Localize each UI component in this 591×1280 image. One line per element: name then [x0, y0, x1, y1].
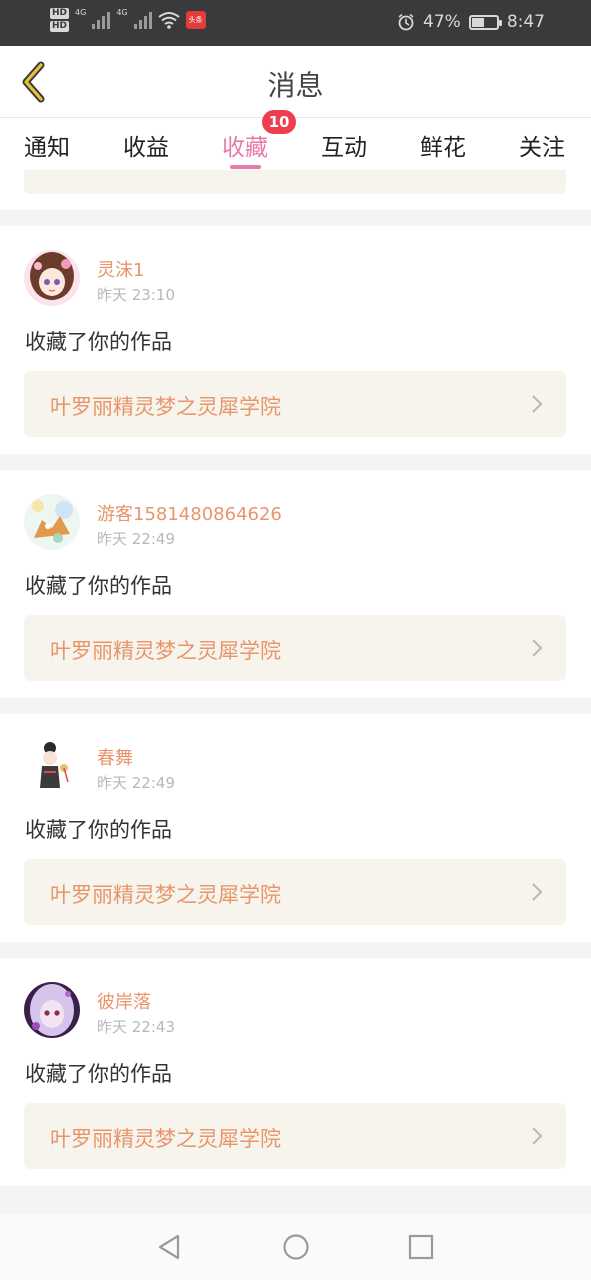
tab-notice[interactable]: 通知 [24, 128, 70, 162]
circle-home-icon [283, 1234, 309, 1260]
message-card: 灵沫1 昨天 23:10 收藏了你的作品 叶罗丽精灵梦之灵犀学院 [0, 226, 591, 454]
avatar-image [24, 982, 80, 1038]
action-text: 收藏了你的作品 [25, 574, 172, 598]
hd-indicator: HD HD [50, 8, 70, 32]
message-card: 彼岸落 昨天 22:43 收藏了你的作品 叶罗丽精灵梦之灵犀学院 [0, 958, 591, 1186]
wifi-icon [157, 12, 180, 29]
username[interactable]: 灵沫1 [97, 256, 144, 282]
header: 消息 [0, 46, 591, 118]
avatar-image [24, 494, 80, 550]
system-nav-bar [0, 1214, 591, 1280]
work-link[interactable]: 叶罗丽精灵梦之灵犀学院 [24, 859, 566, 925]
page-title: 消息 [267, 69, 324, 102]
action-text: 收藏了你的作品 [25, 1062, 172, 1086]
nav-back-button[interactable] [154, 1232, 184, 1262]
chevron-right-icon [532, 395, 543, 413]
network-type-1: 4G [75, 8, 87, 17]
tab-earnings[interactable]: 收益 [123, 128, 169, 162]
nav-home-button[interactable] [281, 1232, 311, 1262]
work-title: 叶罗丽精灵梦之灵犀学院 [50, 883, 281, 907]
message-card: 游客1581480864626 昨天 22:49 收藏了你的作品 叶罗丽精灵梦之… [0, 470, 591, 698]
avatar[interactable] [24, 494, 80, 550]
partial-work-link[interactable] [24, 170, 566, 194]
news-app-icon: 头条 [185, 11, 206, 29]
action-text: 收藏了你的作品 [25, 818, 172, 842]
work-title: 叶罗丽精灵梦之灵犀学院 [50, 639, 281, 663]
avatar[interactable] [24, 982, 80, 1038]
timestamp: 昨天 22:49 [97, 774, 175, 792]
chevron-right-icon [532, 883, 543, 901]
status-bar-right: 47% 8:47 [397, 12, 545, 32]
username[interactable]: 春舞 [97, 744, 133, 770]
active-tab-indicator [230, 165, 261, 169]
tab-flowers[interactable]: 鲜花 [420, 128, 466, 162]
alarm-icon [398, 13, 414, 31]
partial-message-card [0, 170, 591, 210]
status-bar-left: HD HD 4G 4G 头条 [50, 8, 206, 32]
square-recents-icon [408, 1234, 434, 1260]
timestamp: 昨天 22:43 [97, 1018, 175, 1036]
message-card: 春舞 昨天 22:49 收藏了你的作品 叶罗丽精灵梦之灵犀学院 [0, 714, 591, 942]
chevron-right-icon [532, 1127, 543, 1145]
username[interactable]: 游客1581480864626 [97, 500, 282, 526]
action-text: 收藏了你的作品 [25, 330, 172, 354]
timestamp: 昨天 23:10 [97, 286, 175, 304]
work-link[interactable]: 叶罗丽精灵梦之灵犀学院 [24, 371, 566, 437]
network-type-2: 4G [116, 8, 128, 17]
work-link[interactable]: 叶罗丽精灵梦之灵犀学院 [24, 1103, 566, 1169]
work-link[interactable]: 叶罗丽精灵梦之灵犀学院 [24, 615, 566, 681]
avatar-image [24, 738, 80, 794]
battery-fill [471, 17, 485, 27]
signal-icon-2 [133, 11, 152, 29]
work-title: 叶罗丽精灵梦之灵犀学院 [50, 1127, 281, 1151]
hd-label-1: HD [50, 8, 70, 19]
tab-bar: 通知 收益 收藏 互动 鲜花 关注 [0, 118, 591, 170]
avatar[interactable] [24, 738, 80, 794]
message-list[interactable]: 灵沫1 昨天 23:10 收藏了你的作品 叶罗丽精灵梦之灵犀学院 游客15814… [0, 170, 591, 1214]
username[interactable]: 彼岸落 [97, 988, 151, 1014]
tab-follow[interactable]: 关注 [519, 128, 565, 162]
avatar[interactable] [24, 250, 80, 306]
hd-label-2: HD [50, 21, 70, 32]
clock: 8:47 [506, 12, 545, 32]
unread-badge: 10 [262, 110, 296, 134]
chevron-right-icon [532, 639, 543, 657]
signal-icon [92, 11, 111, 29]
avatar-image [24, 250, 80, 306]
tab-favorites[interactable]: 收藏 [222, 128, 268, 162]
status-bar: HD HD 4G 4G 头条 47% 8:47 [0, 0, 591, 46]
tab-interaction[interactable]: 互动 [321, 128, 367, 162]
battery-percent: 47% [423, 12, 461, 32]
nav-recents-button[interactable] [406, 1232, 436, 1262]
work-title: 叶罗丽精灵梦之灵犀学院 [50, 395, 281, 419]
timestamp: 昨天 22:49 [97, 530, 175, 548]
battery-icon [468, 14, 502, 30]
triangle-back-icon [158, 1234, 180, 1260]
